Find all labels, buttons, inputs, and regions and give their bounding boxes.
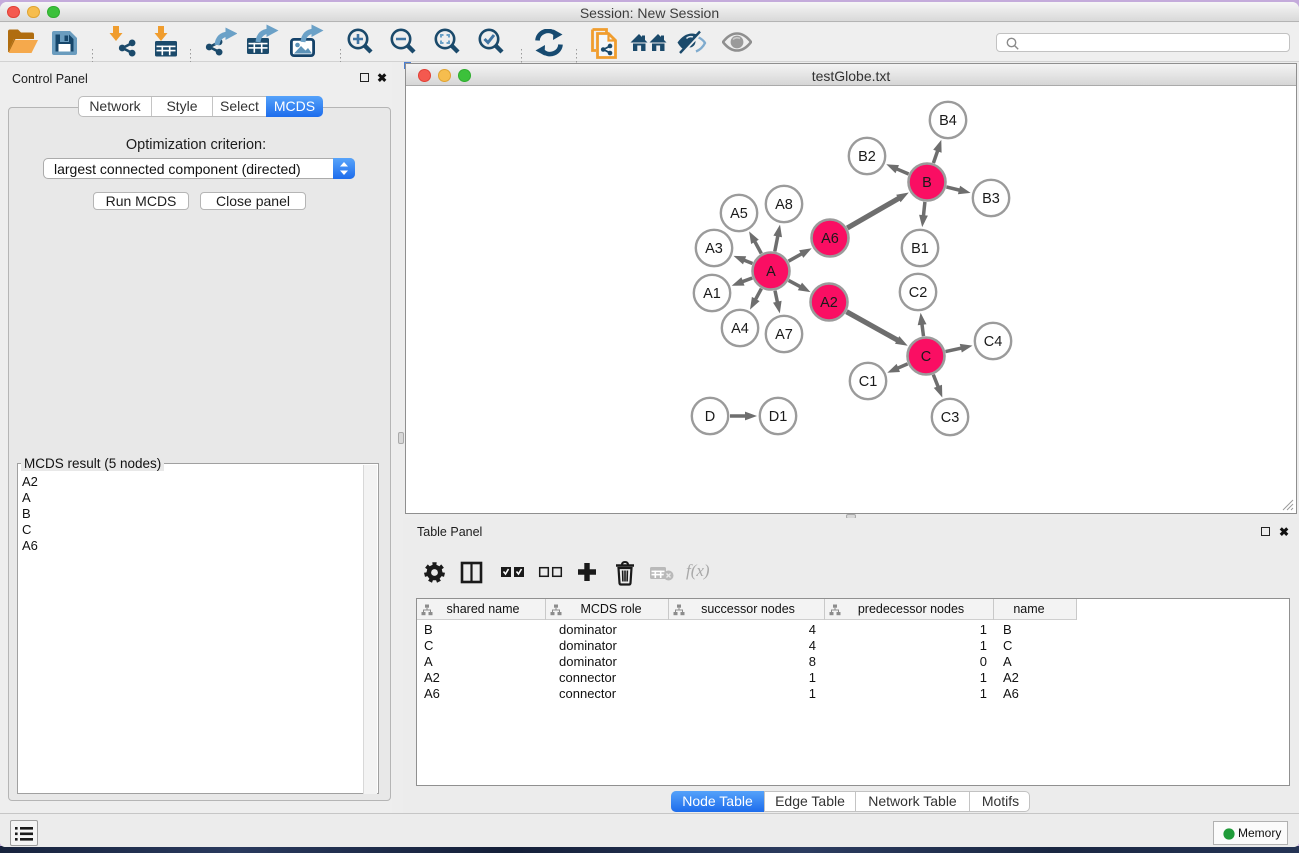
svg-text:A5: A5 — [730, 206, 748, 222]
svg-text:D: D — [705, 409, 715, 425]
svg-text:A1: A1 — [703, 286, 721, 302]
svg-text:B1: B1 — [911, 241, 929, 257]
svg-text:A2: A2 — [820, 295, 838, 311]
svg-text:A6: A6 — [821, 231, 839, 247]
svg-text:C: C — [921, 349, 931, 365]
svg-text:D1: D1 — [769, 409, 788, 425]
svg-text:A7: A7 — [775, 327, 793, 343]
svg-text:C1: C1 — [859, 374, 878, 390]
svg-text:A3: A3 — [705, 241, 723, 257]
svg-text:A4: A4 — [731, 321, 749, 337]
svg-text:C2: C2 — [909, 285, 928, 301]
svg-text:B: B — [922, 175, 932, 191]
svg-text:B4: B4 — [939, 113, 957, 129]
svg-text:B2: B2 — [858, 149, 876, 165]
svg-text:B3: B3 — [982, 191, 1000, 207]
svg-text:A: A — [766, 264, 776, 280]
svg-text:C3: C3 — [941, 410, 960, 426]
svg-text:C4: C4 — [984, 334, 1003, 350]
svg-text:A8: A8 — [775, 197, 793, 213]
